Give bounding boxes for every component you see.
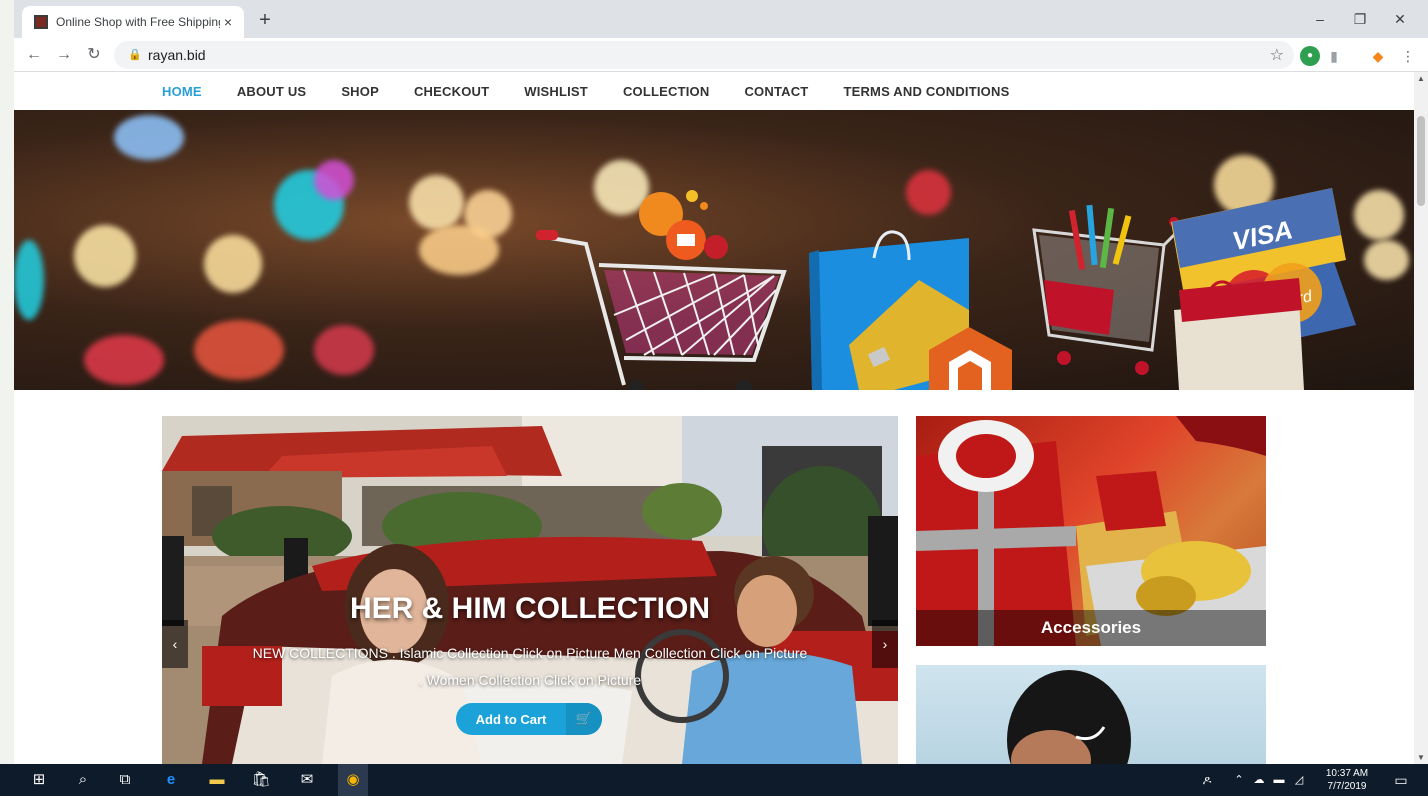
add-to-cart-button[interactable]: Add to Cart 🛒 bbox=[456, 703, 602, 735]
slider-prev-arrow[interactable]: ‹ bbox=[162, 620, 188, 668]
slider-headline: HER & HIM COLLECTION bbox=[350, 592, 710, 625]
chrome-taskbar-icon[interactable]: ◉ bbox=[338, 764, 368, 796]
scroll-up-icon[interactable]: ▲ bbox=[1414, 74, 1428, 83]
hero-banner: VISA MasterCard bbox=[14, 110, 1414, 390]
file-explorer-icon[interactable]: ▬ bbox=[206, 770, 228, 790]
nav-terms-and-conditions[interactable]: TERMS AND CONDITIONS bbox=[843, 84, 1009, 99]
system-clock[interactable]: 10:37 AM 7/7/2019 bbox=[1316, 767, 1378, 793]
new-tab-button[interactable]: + bbox=[254, 9, 276, 31]
cart-icon: 🛒 bbox=[566, 703, 602, 735]
edge-icon[interactable]: e bbox=[160, 770, 182, 790]
athlete-photo bbox=[1007, 670, 1131, 764]
restore-button[interactable]: ❐ bbox=[1345, 8, 1375, 30]
notifications-icon[interactable]: ▭ bbox=[1390, 770, 1412, 790]
wifi-icon[interactable]: ◿ bbox=[1288, 770, 1310, 790]
extension-icon[interactable]: ● bbox=[1300, 46, 1320, 66]
browser-window: Online Shop with Free Shipping × + – ❐ ✕… bbox=[14, 0, 1428, 764]
minimize-button[interactable]: – bbox=[1305, 8, 1335, 30]
nav-about-us[interactable]: ABOUT US bbox=[237, 84, 307, 99]
onedrive-icon[interactable]: ☁ bbox=[1248, 770, 1270, 790]
nav-collection[interactable]: COLLECTION bbox=[623, 84, 710, 99]
collection-tile[interactable] bbox=[916, 665, 1266, 764]
scroll-down-icon[interactable]: ▼ bbox=[1414, 753, 1428, 762]
metamask-extension-icon[interactable]: ◆ bbox=[1368, 46, 1388, 66]
browser-tab[interactable]: Online Shop with Free Shipping × bbox=[22, 6, 244, 38]
slider-next-arrow[interactable]: › bbox=[872, 620, 898, 668]
browser-toolbar: ← → ↻ 🔒 rayan.bid ☆ ● ▮ ◆ ⋮ bbox=[14, 38, 1428, 72]
url-text: rayan.bid bbox=[148, 47, 206, 63]
nav-checkout[interactable]: CHECKOUT bbox=[414, 84, 489, 99]
shopping-illustration: VISA MasterCard bbox=[536, 188, 1356, 390]
tab-close-icon[interactable]: × bbox=[220, 14, 236, 30]
address-bar[interactable]: 🔒 rayan.bid ☆ bbox=[114, 41, 1294, 69]
lock-icon: 🔒 bbox=[128, 49, 142, 61]
accessories-tile[interactable]: Accessories bbox=[916, 416, 1266, 646]
back-arrow-icon[interactable]: ← bbox=[22, 44, 46, 66]
favicon-icon bbox=[34, 15, 48, 29]
bookmark-star-icon[interactable]: ☆ bbox=[1270, 45, 1284, 65]
reload-icon[interactable]: ↻ bbox=[82, 44, 106, 66]
nav-home[interactable]: HOME bbox=[162, 84, 202, 99]
collection-slider[interactable]: HER & HIM COLLECTION NEW COLLECTIONS . I… bbox=[162, 416, 898, 764]
store-icon[interactable]: 🛍 bbox=[250, 770, 272, 790]
close-window-button[interactable]: ✕ bbox=[1385, 8, 1415, 30]
scrollbar-thumb[interactable] bbox=[1417, 116, 1425, 206]
battery-icon[interactable]: ▬ bbox=[1268, 770, 1290, 790]
page-scrollbar[interactable]: ▲ ▼ bbox=[1414, 72, 1428, 764]
task-view-icon[interactable]: ⧉ bbox=[114, 770, 136, 790]
people-icon[interactable]: ዶ bbox=[1196, 770, 1218, 790]
search-icon[interactable]: ⌕ bbox=[72, 770, 94, 790]
add-to-cart-label: Add to Cart bbox=[475, 711, 547, 727]
nav-contact[interactable]: CONTACT bbox=[744, 84, 808, 99]
tray-chevron-icon[interactable]: ⌃ bbox=[1228, 770, 1250, 790]
tab-title: Online Shop with Free Shipping bbox=[56, 15, 220, 29]
browser-menu-icon[interactable]: ⋮ bbox=[1398, 46, 1418, 66]
forward-arrow-icon[interactable]: → bbox=[52, 44, 76, 66]
accessories-caption: Accessories bbox=[916, 610, 1266, 646]
nav-wishlist[interactable]: WISHLIST bbox=[524, 84, 588, 99]
tab-strip: Online Shop with Free Shipping × + – ❐ ✕ bbox=[14, 0, 1428, 38]
nav-shop[interactable]: SHOP bbox=[341, 84, 379, 99]
windows-taskbar: ⊞ ⌕ ⧉ e ▬ 🛍 ✉ ◉ ዶ ⌃ ☁ ▬ ◿ 10:37 AM 7/7/2… bbox=[0, 764, 1428, 796]
windows-start-icon[interactable]: ⊞ bbox=[28, 770, 50, 790]
mail-icon[interactable]: ✉ bbox=[296, 770, 318, 790]
camera-extension-icon[interactable]: ▮ bbox=[1324, 46, 1344, 66]
slider-subtitle: NEW COLLECTIONS . Islamic Collection Cli… bbox=[252, 645, 808, 688]
site-navigation: HOME ABOUT US SHOP CHECKOUT WISHLIST COL… bbox=[14, 72, 1414, 110]
clock-date: 7/7/2019 bbox=[1327, 781, 1367, 792]
clock-time: 10:37 AM bbox=[1325, 768, 1369, 779]
